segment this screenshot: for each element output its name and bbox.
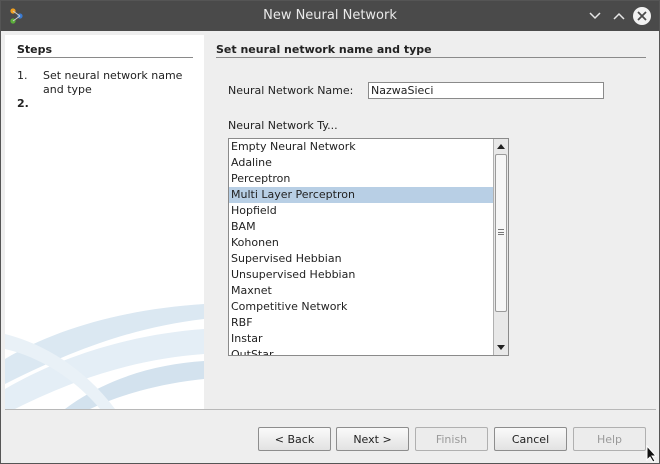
- scroll-up-button[interactable]: [494, 139, 508, 153]
- back-button[interactable]: < Back: [258, 427, 331, 451]
- list-item[interactable]: Hopfield: [229, 203, 493, 219]
- step-number: 1.: [17, 69, 28, 82]
- finish-button[interactable]: Finish: [415, 427, 488, 451]
- list-item[interactable]: Empty Neural Network: [229, 139, 493, 155]
- title-bar[interactable]: New Neural Network: [1, 1, 659, 31]
- list-item-selected[interactable]: Multi Layer Perceptron: [229, 187, 493, 203]
- maximize-button[interactable]: [610, 7, 628, 25]
- next-button[interactable]: Next >: [336, 427, 409, 451]
- steps-heading: Steps: [17, 43, 53, 56]
- content-panel: Set neural network name and type Neural …: [204, 35, 656, 409]
- step-number: 2.: [17, 97, 29, 110]
- help-button[interactable]: Help: [573, 427, 646, 451]
- decorative-swoosh: [5, 304, 204, 409]
- list-item[interactable]: Kohonen: [229, 235, 493, 251]
- list-item[interactable]: Instar: [229, 331, 493, 347]
- step-label: Set neural network name and type: [43, 69, 183, 96]
- list-item[interactable]: RBF: [229, 315, 493, 331]
- network-name-label: Neural Network Name:: [228, 84, 354, 97]
- list-item[interactable]: Adaline: [229, 155, 493, 171]
- minimize-button[interactable]: [586, 7, 604, 25]
- close-icon: [637, 11, 647, 21]
- mouse-pointer-icon: [646, 445, 658, 463]
- arrow-up-icon: [497, 144, 505, 149]
- scroll-thumb[interactable]: [495, 154, 507, 312]
- list-scrollbar[interactable]: [493, 139, 508, 355]
- steps-panel: Steps 1. Set neural network name and typ…: [5, 35, 204, 409]
- list-item[interactable]: BAM: [229, 219, 493, 235]
- wizard-window: New Neural Network Steps 1. Set neural n…: [0, 0, 660, 464]
- window-title: New Neural Network: [263, 8, 397, 23]
- list-item[interactable]: Maxnet: [229, 283, 493, 299]
- scroll-down-button[interactable]: [494, 341, 508, 355]
- arrow-down-icon: [497, 345, 505, 350]
- list-item[interactable]: Supervised Hebbian: [229, 251, 493, 267]
- list-item[interactable]: Competitive Network: [229, 299, 493, 315]
- steps-divider: [17, 57, 193, 58]
- page-title: Set neural network name and type: [216, 43, 432, 56]
- list-item[interactable]: Unsupervised Hebbian: [229, 267, 493, 283]
- chevron-down-icon: [589, 12, 601, 20]
- cancel-button[interactable]: Cancel: [494, 427, 567, 451]
- list-item[interactable]: Perceptron: [229, 171, 493, 187]
- network-type-label: Neural Network Ty...: [228, 119, 338, 132]
- network-type-items: Empty Neural Network Adaline Perceptron …: [229, 139, 493, 355]
- network-type-list[interactable]: Empty Neural Network Adaline Perceptron …: [228, 138, 509, 356]
- close-button[interactable]: [633, 7, 651, 25]
- button-bar-divider: [5, 409, 656, 410]
- list-item[interactable]: OutStar: [229, 347, 493, 355]
- grip-icon: [498, 229, 504, 235]
- chevron-up-icon: [613, 12, 625, 20]
- content-divider: [216, 57, 646, 58]
- network-name-input[interactable]: [368, 82, 604, 99]
